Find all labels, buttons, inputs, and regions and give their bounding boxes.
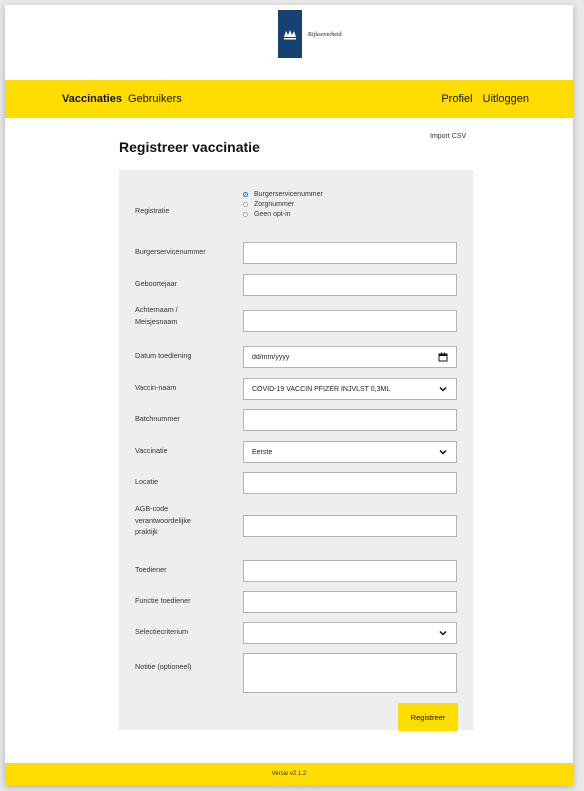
chevron-down-icon (439, 449, 447, 455)
vaccin-label: Vaccin-naam (135, 383, 177, 392)
header: Rijksoverheid (5, 5, 573, 80)
achternaam-input[interactable] (243, 310, 457, 332)
functie-label: Functie toediener (135, 596, 191, 605)
radio-label: Geen opt-in (254, 210, 291, 218)
toediener-input[interactable] (243, 560, 457, 582)
radio-geen-opt-in[interactable]: Geen opt-in (243, 209, 323, 219)
nav-item-uitloggen[interactable]: Uitloggen (483, 93, 529, 105)
radio-burgerservicenummer[interactable]: Burgerservicenummer (243, 189, 323, 199)
radio-zorgnummer[interactable]: Zorgnummer (243, 199, 323, 209)
registreer-button[interactable]: Registreer (398, 703, 458, 731)
vaccin-value: COVID-19 VACCIN PFIZER INJVLST 0,3ML (252, 385, 391, 393)
batch-input[interactable] (243, 409, 457, 431)
achternaam-label-line1: Achternaam / (135, 305, 178, 314)
datum-placeholder: dd/mm/yyyy (252, 353, 290, 361)
notitie-label: Notitie (optioneel) (135, 662, 192, 671)
brand-name: Rijksoverheid (308, 32, 342, 38)
achternaam-label: Achternaam / Meisjesnaam (135, 304, 178, 327)
agb-label-line2: verantwoordelijke (135, 515, 191, 525)
selectiecriterium-label: Selectiecriterium (135, 627, 189, 636)
import-csv-link[interactable]: Import CSV (430, 133, 466, 140)
calendar-icon[interactable] (438, 352, 448, 362)
vaccinatie-value: Eerste (252, 448, 273, 456)
nav-item-vaccinaties[interactable]: Vaccinaties (62, 93, 122, 105)
notitie-textarea[interactable] (243, 653, 457, 693)
locatie-label: Locatie (135, 477, 159, 486)
datum-input[interactable]: dd/mm/yyyy (243, 346, 457, 368)
agb-label-line1: AGB-code (135, 504, 169, 513)
logo[interactable]: Rijksoverheid (278, 10, 342, 58)
agb-label: AGB-code verantwoordelijke praktijk (135, 503, 191, 538)
locatie-input[interactable] (243, 472, 457, 494)
registratie-radio-group: Burgerservicenummer Zorgnummer Geen opt-… (243, 189, 323, 219)
bsn-label: Burgerservicenummer (135, 247, 206, 256)
selectiecriterium-select[interactable] (243, 622, 457, 644)
page: Rijksoverheid Vaccinaties Gebruikers Pro… (5, 5, 573, 785)
vaccinatie-select[interactable]: Eerste (243, 441, 457, 463)
vaccin-select[interactable]: COVID-19 VACCIN PFIZER INJVLST 0,3ML (243, 378, 457, 400)
radio-unchecked-icon (243, 211, 248, 217)
crest-icon (278, 10, 302, 58)
chevron-down-icon (439, 630, 447, 636)
vaccinatie-label: Vaccinatie (135, 446, 168, 455)
registratie-label: Registratie (135, 206, 170, 215)
agb-label-line3: praktijk (135, 527, 158, 537)
radio-label: Zorgnummer (254, 200, 295, 208)
radio-label: Burgerservicenummer (254, 190, 323, 198)
geboortejaar-label: Geboortejaar (135, 279, 177, 288)
radio-unchecked-icon (243, 201, 248, 207)
nav-item-gebruikers[interactable]: Gebruikers (128, 93, 182, 105)
chevron-down-icon (439, 386, 447, 392)
bsn-input[interactable] (243, 242, 457, 264)
toediener-label: Toediener (135, 565, 167, 574)
footer: Versie v2.1.2 (5, 763, 573, 785)
nav-left: Vaccinaties Gebruikers (62, 80, 182, 118)
datum-label: Datum toediening (135, 351, 192, 360)
geboortejaar-input[interactable] (243, 274, 457, 296)
nav-right: Profiel Uitloggen (441, 80, 529, 118)
nav-item-profiel[interactable]: Profiel (441, 93, 472, 105)
achternaam-label-line2: Meisjesnaam (135, 316, 178, 326)
radio-checked-icon (243, 191, 248, 197)
batch-label: Batchnummer (135, 414, 180, 423)
version-text: Versie v2.1.2 (271, 771, 307, 777)
functie-input[interactable] (243, 591, 457, 613)
registration-form: Registratie Burgerservicenummer Zorgnumm… (119, 170, 473, 731)
agb-input[interactable] (243, 515, 457, 537)
main-nav: Vaccinaties Gebruikers Profiel Uitloggen (5, 80, 573, 118)
page-title: Registreer vaccinatie (119, 139, 260, 155)
